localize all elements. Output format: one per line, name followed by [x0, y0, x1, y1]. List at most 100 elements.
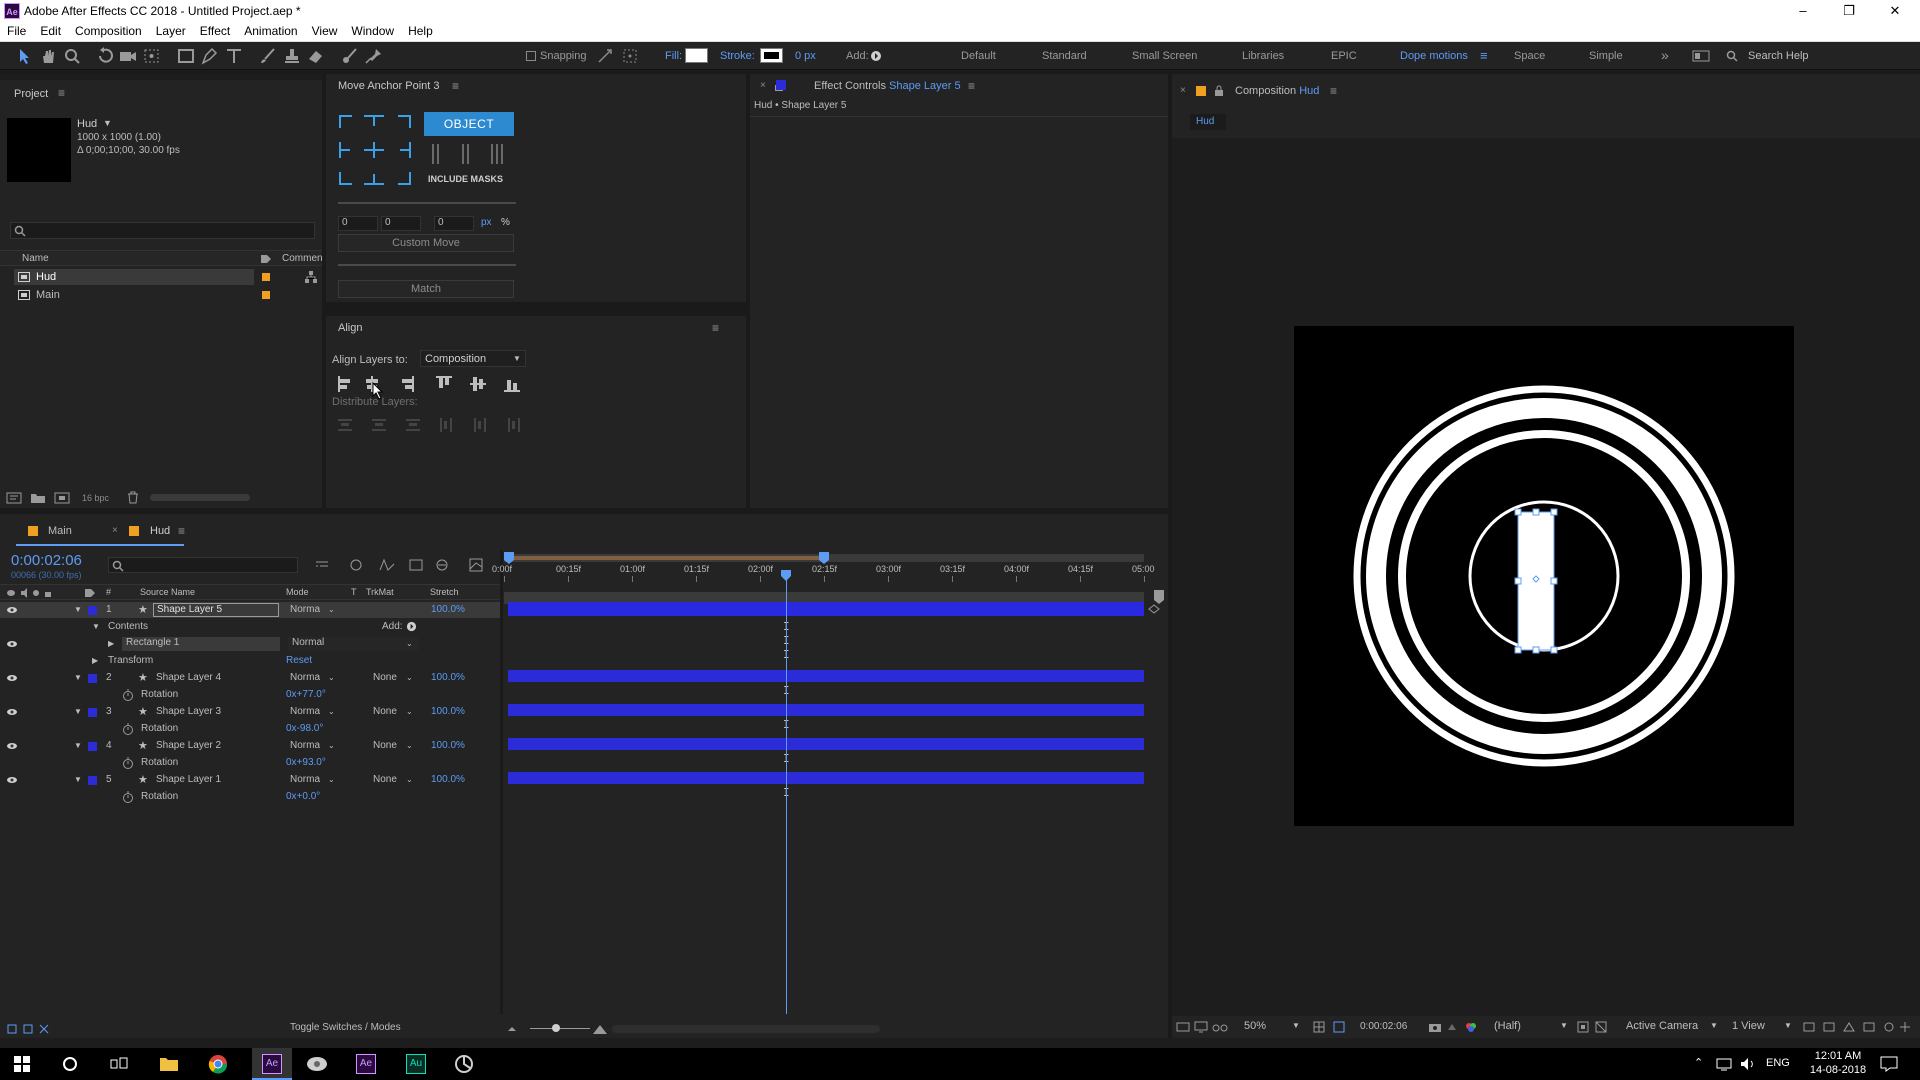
task-view-icon[interactable] — [110, 1056, 128, 1072]
visibility-eye-icon[interactable] — [6, 606, 18, 614]
toggle-switches-modes-button[interactable]: Toggle Switches / Modes — [290, 1022, 401, 1033]
layer-duration-bar[interactable] — [508, 602, 1144, 616]
layer-duration-bar[interactable] — [508, 704, 1144, 716]
chevron-down-icon[interactable]: ⌄ — [406, 775, 413, 784]
layer-name[interactable]: Shape Layer 2 — [156, 740, 221, 751]
expand-triangle-icon[interactable]: ▼ — [74, 605, 82, 614]
label-color-swatch[interactable] — [88, 708, 97, 717]
brush-tool-icon[interactable] — [258, 47, 278, 65]
composition-title[interactable]: Composition Hud — [1235, 85, 1319, 97]
chevron-down-icon[interactable]: ⌄ — [328, 673, 335, 682]
work-area-bar[interactable] — [504, 556, 824, 560]
expand-triangle-icon[interactable]: ▼ — [74, 741, 82, 750]
collapse-triangle-icon[interactable]: ▶ — [92, 656, 98, 665]
views-dropdown[interactable]: 1 View — [1732, 1020, 1765, 1032]
custom-move-button[interactable]: Custom Move — [338, 234, 514, 252]
label-color-swatch[interactable] — [262, 273, 270, 281]
workspace-dope-motions[interactable]: Dope motions — [1400, 50, 1468, 62]
puppet-pin-tool-icon[interactable] — [364, 47, 384, 65]
current-time-display[interactable]: 0:00:02:06 — [11, 552, 82, 569]
time-ruler[interactable]: 0:00f 00:15f 01:00f 01:15f 02:00f 02:15f 03:00… — [492, 564, 1155, 592]
align-to-dropdown[interactable]: Composition ▼ — [420, 350, 526, 367]
viewer-timecode[interactable]: 0:00:02:06 — [1360, 1021, 1407, 1032]
panel-toggle-icons[interactable] — [6, 1023, 52, 1035]
visibility-eye-icon[interactable] — [6, 742, 18, 750]
timeline-menu-icon[interactable]: ≡ — [178, 524, 185, 538]
menu-view[interactable]: View — [305, 22, 345, 38]
layer-mode-dropdown[interactable]: Norma — [290, 604, 320, 615]
chevron-down-icon[interactable]: ▼ — [1560, 1021, 1568, 1030]
visibility-eye-icon[interactable] — [6, 674, 18, 682]
anchor-point-grid[interactable] — [338, 114, 412, 186]
zoom-in-icon[interactable] — [592, 1022, 608, 1036]
fit-icon[interactable] — [1312, 1020, 1326, 1034]
panel-divider[interactable] — [0, 508, 1168, 514]
thumbnail-scrollbar[interactable] — [150, 494, 250, 501]
align-panel-title[interactable]: Align — [338, 316, 362, 340]
workspace-epic[interactable]: EPIC — [1331, 50, 1357, 62]
col-mode[interactable]: Mode — [286, 587, 309, 597]
anchor-panel-menu-icon[interactable]: ≡ — [452, 79, 459, 93]
close-window-button[interactable]: ✕ — [1872, 0, 1918, 22]
match-button[interactable]: Match — [338, 280, 514, 298]
label-tag-icon[interactable] — [260, 254, 272, 264]
active-camera-dropdown[interactable]: Active Camera — [1626, 1020, 1698, 1032]
volume-icon[interactable] — [1740, 1057, 1756, 1071]
navigator-start-handle-icon[interactable] — [504, 552, 514, 564]
tree-row-transform[interactable]: ▶ Transform Reset — [0, 653, 500, 669]
composition-viewer[interactable] — [1294, 326, 1794, 826]
menu-window[interactable]: Window — [344, 22, 401, 38]
layer-duration-bar[interactable] — [508, 670, 1144, 682]
layer-stretch[interactable]: 100.0% — [431, 774, 465, 785]
chevron-down-icon[interactable]: ▼ — [1292, 1021, 1300, 1030]
taskbar-after-effects-active[interactable]: Ae — [252, 1048, 292, 1080]
camera-tool-icon[interactable] — [118, 47, 138, 65]
menu-file[interactable]: File — [0, 22, 33, 38]
project-item-main[interactable]: Main — [14, 287, 254, 303]
stopwatch-icon[interactable] — [122, 689, 134, 701]
workspace-libraries[interactable]: Libraries — [1242, 50, 1284, 62]
stopwatch-icon[interactable] — [122, 757, 134, 769]
layer-stretch[interactable]: 100.0% — [431, 672, 465, 683]
panel-divider[interactable] — [500, 550, 503, 1020]
rotation-value[interactable]: 0x+0.0° — [286, 791, 320, 802]
menu-effect[interactable]: Effect — [193, 22, 237, 38]
workspace-standard[interactable]: Standard — [1042, 50, 1087, 62]
notifications-icon[interactable] — [1880, 1056, 1898, 1072]
add-shape-property-icon[interactable] — [870, 50, 882, 62]
always-preview-icon[interactable] — [1176, 1020, 1190, 1034]
zoom-slider-knob[interactable] — [552, 1024, 560, 1032]
close-tab-icon[interactable]: × — [1180, 85, 1186, 96]
monitor-icon[interactable] — [1194, 1020, 1208, 1034]
playhead-line[interactable] — [786, 570, 787, 1020]
roto-brush-tool-icon[interactable] — [340, 47, 360, 65]
expand-triangle-icon[interactable]: ▼ — [74, 707, 82, 716]
interpret-footage-icon[interactable] — [6, 492, 22, 504]
network-icon[interactable] — [1716, 1057, 1732, 1071]
label-color-swatch[interactable] — [88, 674, 97, 683]
composition-menu-icon[interactable]: ≡ — [1330, 84, 1337, 98]
grid-guides-icon[interactable] — [1332, 1020, 1346, 1034]
navigator-end-handle-icon[interactable] — [819, 552, 829, 564]
zoom-slider-track[interactable] — [530, 1028, 590, 1029]
panel-divider[interactable] — [326, 302, 746, 316]
search-help-input[interactable]: Search Help — [1748, 50, 1809, 62]
audition-icon[interactable]: Au — [406, 1054, 426, 1074]
col-name[interactable]: Name — [22, 253, 49, 264]
layer-stretch[interactable]: 100.0% — [431, 740, 465, 751]
chevron-down-icon[interactable]: ⌄ — [406, 639, 413, 648]
chevron-down-icon[interactable]: ⌄ — [328, 741, 335, 750]
panel-divider[interactable] — [746, 74, 750, 508]
chevron-down-icon[interactable]: ⌄ — [406, 673, 413, 682]
stroke-color-swatch[interactable] — [760, 48, 783, 63]
layer-name[interactable]: Shape Layer 5 — [153, 603, 279, 617]
unit-percent-toggle[interactable]: % — [501, 217, 510, 228]
input-language[interactable]: ENG — [1766, 1057, 1790, 1069]
transform-reset-link[interactable]: Reset — [286, 655, 312, 666]
project-panel-menu-icon[interactable]: ≡ — [58, 86, 65, 100]
align-buttons-row[interactable] — [336, 374, 536, 396]
clone-stamp-tool-icon[interactable] — [282, 47, 302, 65]
rotation-value[interactable]: 0x+93.0° — [286, 757, 326, 768]
zoom-level-dropdown[interactable]: 50% — [1244, 1020, 1266, 1032]
project-search-input[interactable] — [10, 222, 315, 239]
